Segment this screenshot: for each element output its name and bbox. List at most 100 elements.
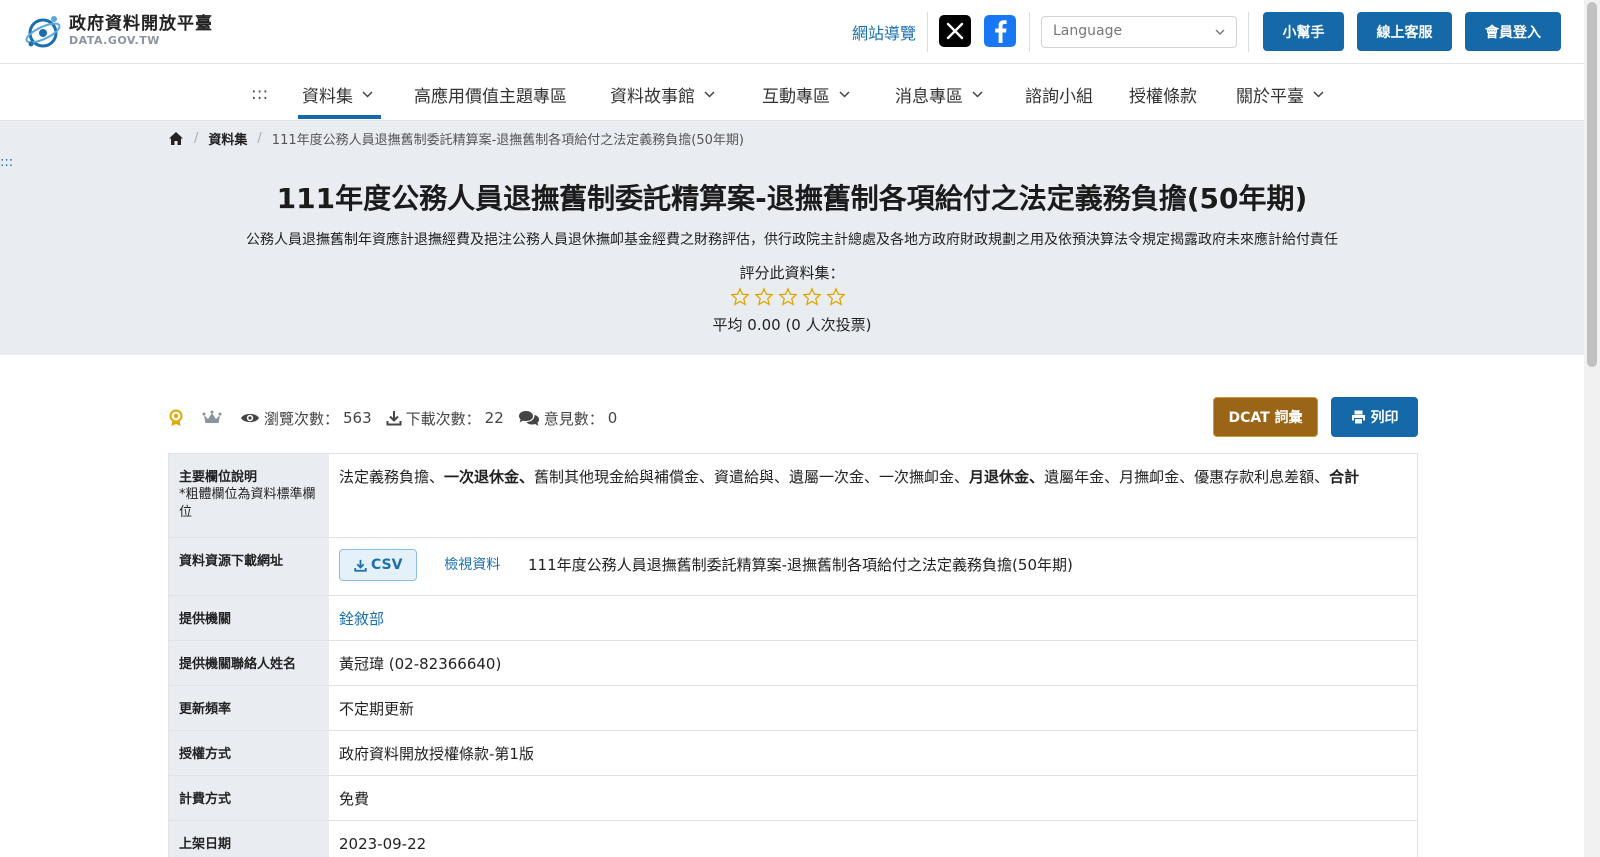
license-value: 政府資料開放授權條款-第1版 <box>339 745 534 763</box>
nav-item-license[interactable]: 授權條款 <box>1129 82 1197 107</box>
nav-item-datasets[interactable]: 資料集 <box>302 82 374 107</box>
table-row: 主要欄位說明 *粗體欄位為資料標準欄位 法定義務負擔、一次退休金、舊制其他現金給… <box>168 454 1418 538</box>
license-label: 授權方式 <box>169 731 329 775</box>
breadcrumb-current: 111年度公務人員退撫舊制委託精算案-退撫舊制各項給付之法定義務負擔(50年期) <box>271 133 744 148</box>
resource-value: CSV 檢視資料 111年度公務人員退撫舊制委託精算案-退撫舊制各項給付之法定義… <box>329 538 1417 595</box>
star-icon[interactable] <box>826 287 846 307</box>
provider-value: 銓敘部 <box>329 596 1417 640</box>
comments-count: 0 <box>607 409 618 427</box>
csv-download-button[interactable]: CSV <box>339 549 418 581</box>
print-label: 列印 <box>1370 410 1399 426</box>
dcat-button[interactable]: DCAT 詞彙 <box>1213 397 1318 437</box>
resource-name: 111年度公務人員退撫舊制委託精算案-退撫舊制各項給付之法定義務負擔(50年期) <box>528 555 1073 574</box>
breadcrumb-datasets[interactable]: 資料集 <box>208 129 247 148</box>
nav-label: 諮詢小組 <box>1025 86 1093 107</box>
nav-label: 關於平臺 <box>1236 86 1304 107</box>
dataset-stats: 瀏覽次數： 563 下載次數： 22 意見數： 0 <box>168 405 631 431</box>
nav-label: 高應用價值主題專區 <box>414 86 567 107</box>
field-item: 遺屬年金、月撫卹金、優惠存款利息差額、 <box>1044 468 1330 486</box>
fields-value: 法定義務負擔、一次退休金、舊制其他現金給與補償金、資遣給與、遺屬一次金、一次撫卹… <box>329 454 1417 537</box>
nav-item-stories[interactable]: 資料故事館 <box>610 82 716 107</box>
scrollbar-thumb[interactable] <box>1587 2 1597 367</box>
field-item: 舊制其他現金給與補償金、資遣給與、遺屬一次金、一次撫卹金、 <box>534 468 970 486</box>
field-item: 法定義務負擔、 <box>339 468 445 486</box>
nav-label: 互動專區 <box>762 86 830 107</box>
star-icon[interactable] <box>754 287 774 307</box>
login-button[interactable]: 會員登入 <box>1465 12 1561 51</box>
support-button[interactable]: 線上客服 <box>1357 12 1452 51</box>
chevron-down-icon <box>1313 90 1324 98</box>
chevron-down-icon <box>1215 29 1225 35</box>
breadcrumb-separator: / <box>257 131 262 146</box>
fee-label: 計費方式 <box>169 776 329 820</box>
page-title: 111年度公務人員退撫舊制委託精算案-退撫舊制各項給付之法定義務負擔(50年期) <box>276 182 1308 215</box>
provider-label: 提供機關 <box>169 596 329 640</box>
divider <box>1248 12 1249 52</box>
table-row: 上架日期 2023-09-22 <box>168 821 1418 857</box>
content-accesskey[interactable]: ::: <box>0 155 13 170</box>
star-icon[interactable] <box>802 287 822 307</box>
home-icon[interactable] <box>168 131 184 146</box>
language-select[interactable]: Language <box>1041 16 1237 48</box>
view-data-link[interactable]: 檢視資料 <box>444 554 500 577</box>
fields-label: 主要欄位說明 <box>179 470 258 485</box>
contact-value: 黃冠瑋 (02-82366640) <box>339 655 502 673</box>
dataset-hero: / 資料集 / 111年度公務人員退撫舊制委託精算案-退撫舊制各項給付之法定義務… <box>0 121 1584 355</box>
logo-title: 政府資料開放平臺 <box>69 14 213 34</box>
views-label: 瀏覽次數： <box>264 409 340 428</box>
rating-label: 評分此資料集： <box>739 264 845 282</box>
rating-stars <box>730 287 846 307</box>
nav-label: 資料集 <box>302 86 353 107</box>
nav-accesskey[interactable]: ::: <box>251 82 268 106</box>
download-icon <box>386 411 402 426</box>
field-item: 合計 <box>1329 468 1360 486</box>
nav-label: 資料故事館 <box>610 86 695 107</box>
chevron-down-icon <box>972 90 983 98</box>
breadcrumb: / 資料集 / 111年度公務人員退撫舊制委託精算案-退撫舊制各項給付之法定義務… <box>168 129 744 148</box>
rating-average: 平均 0.00 (0 人次投票) <box>712 316 872 334</box>
downloads-label: 下載次數： <box>405 409 481 428</box>
star-icon[interactable] <box>730 287 750 307</box>
page-scrollbar[interactable] <box>1584 0 1600 857</box>
badge-crown <box>202 410 226 426</box>
table-row: 更新頻率 不定期更新 <box>168 686 1418 731</box>
x-social-icon[interactable] <box>939 15 971 47</box>
chevron-down-icon <box>839 90 850 98</box>
download-icon <box>354 559 367 572</box>
provider-link[interactable]: 銓敘部 <box>339 610 384 628</box>
nav-item-advisory[interactable]: 諮詢小組 <box>1025 82 1093 107</box>
site-logo[interactable]: 政府資料開放平臺 DATA.GOV.TW <box>23 11 213 51</box>
helper-button[interactable]: 小幫手 <box>1263 12 1344 51</box>
active-tab-indicator <box>298 115 381 119</box>
chevron-down-icon <box>362 90 373 98</box>
sitemap-link[interactable]: 網站導覽 <box>852 20 916 44</box>
frequency-value: 不定期更新 <box>339 700 415 718</box>
main-nav: ::: 資料集 高應用價值主題專區 資料故事館 互動專區 消息專區 諮詢小組 授… <box>0 64 1600 121</box>
nav-item-news[interactable]: 消息專區 <box>895 82 984 107</box>
crown-icon <box>202 410 222 423</box>
comments-label: 意見數： <box>543 409 604 428</box>
nav-label: 消息專區 <box>895 86 963 107</box>
nav-item-about[interactable]: 關於平臺 <box>1236 82 1325 107</box>
nav-label: 授權條款 <box>1129 86 1197 107</box>
table-row: 提供機關 銓敘部 <box>168 596 1418 641</box>
logo-icon <box>23 11 63 51</box>
table-row: 資料資源下載網址 CSV 檢視資料 111年度公務人員退撫舊制委託精算案-退撫舊… <box>168 538 1418 596</box>
nav-item-high-value[interactable]: 高應用價值主題專區 <box>414 82 567 107</box>
stat-downloads: 下載次數： 22 <box>386 408 504 429</box>
field-item: 一次退休金、 <box>444 468 535 486</box>
dataset-info-table: 主要欄位說明 *粗體欄位為資料標準欄位 法定義務負擔、一次退休金、舊制其他現金給… <box>168 453 1418 857</box>
site-header: 政府資料開放平臺 DATA.GOV.TW 網站導覽 Language 小幫手 線… <box>0 0 1600 64</box>
downloads-count: 22 <box>484 409 504 427</box>
row-label: 主要欄位說明 *粗體欄位為資料標準欄位 <box>169 454 329 537</box>
badge-award <box>168 409 188 427</box>
chevron-down-icon <box>704 90 715 98</box>
nav-item-interactive[interactable]: 互動專區 <box>762 82 851 107</box>
fee-value: 免費 <box>339 790 370 808</box>
views-count: 563 <box>343 409 372 427</box>
facebook-icon[interactable] <box>984 15 1016 47</box>
award-icon <box>169 409 183 426</box>
print-button[interactable]: 列印 <box>1331 397 1418 437</box>
fields-note: *粗體欄位為資料標準欄位 <box>179 487 316 520</box>
star-icon[interactable] <box>778 287 798 307</box>
